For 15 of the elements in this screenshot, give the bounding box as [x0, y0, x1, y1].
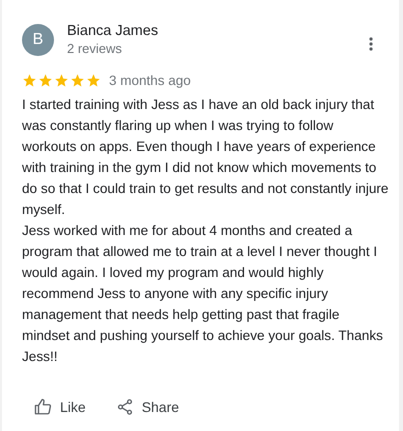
- like-button[interactable]: Like: [34, 396, 86, 418]
- share-icon: [116, 398, 134, 416]
- share-button[interactable]: Share: [116, 396, 180, 418]
- star-icon: [86, 73, 101, 88]
- review-count: 2 reviews: [67, 40, 123, 57]
- author-name[interactable]: Bianca James: [67, 22, 352, 40]
- review-text: I started training with Jess as I have an old back injury that was constantly flaring up when I was trying to follow workouts on apps. Even though I have years of experience with training in the gym I did not know which movements to do so that I could train to get results and not constantly injure myself.: [22, 96, 390, 219]
- star-icon: [54, 73, 69, 88]
- star-icon: [70, 73, 85, 88]
- star-icon: [38, 73, 53, 88]
- review-date: 3 months ago: [109, 73, 191, 88]
- star-icon: [22, 73, 37, 88]
- review-text: Jess worked with me for about 4 months and created a program that allowed me to train at a level I never thought I would again. I loved my program and would highly recommend Jess to anyone with any specific injury management that needs help getting past that fragile mindset and pushing yourself to achieve your goals. Thanks Jess!!: [22, 222, 384, 366]
- thumbs-up-icon: [34, 398, 52, 416]
- avatar: B: [22, 24, 54, 56]
